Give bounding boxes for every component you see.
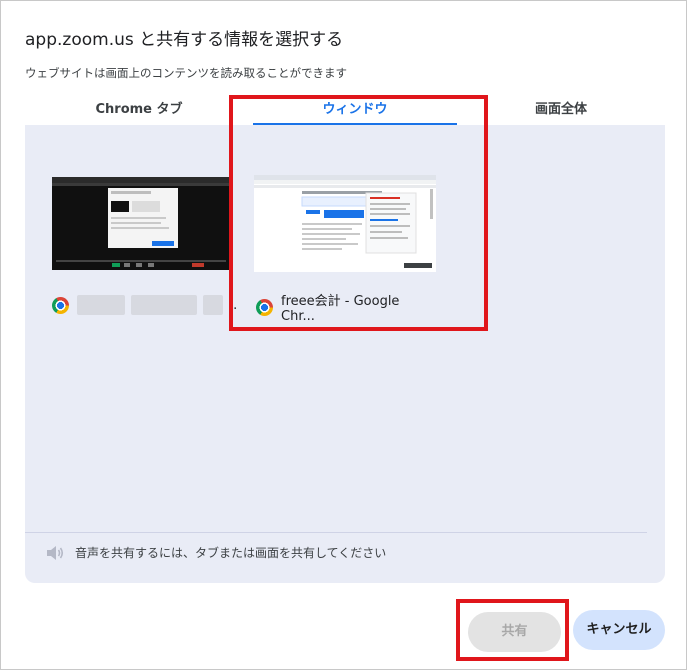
window-item[interactable]: ..: [52, 177, 237, 327]
blurred-title-segment: [77, 295, 125, 315]
window-label: ..: [52, 293, 237, 317]
tab-chrome-tabs[interactable]: Chrome タブ: [25, 97, 253, 127]
source-panel: .. freee会計 - Google Chr...: [25, 125, 665, 583]
speaker-icon: [47, 545, 64, 560]
tab-bar: Chrome タブ ウィンドウ 画面全体: [25, 97, 665, 127]
chrome-icon: [52, 296, 69, 314]
tab-entire-screen[interactable]: 画面全体: [457, 97, 665, 127]
dialog-title: app.zoom.us と共有する情報を選択する: [25, 30, 344, 50]
cancel-button[interactable]: キャンセル: [573, 610, 665, 650]
blurred-title-segment: [203, 295, 223, 315]
window-item-freee[interactable]: freee会計 - Google Chr...: [254, 175, 436, 325]
audio-note-text: 音声を共有するには、タブまたは画面を共有してください: [75, 546, 387, 560]
share-dialog: app.zoom.us と共有する情報を選択する ウェブサイトは画面上のコンテン…: [0, 0, 687, 670]
window-thumbnail: [254, 175, 436, 272]
audio-note: 音声を共有するには、タブまたは画面を共有してください: [45, 544, 386, 561]
window-title: ..: [229, 297, 238, 313]
window-label: freee会計 - Google Chr...: [256, 294, 436, 324]
tab-window-label: ウィンドウ: [322, 102, 388, 117]
divider: [25, 532, 647, 533]
blurred-title-segment: [131, 295, 197, 315]
share-button[interactable]: 共有: [468, 612, 561, 652]
window-title: freee会計 - Google Chr...: [281, 294, 400, 324]
dialog-subtitle: ウェブサイトは画面上のコンテンツを読み取ることができます: [25, 66, 347, 80]
chrome-icon: [256, 298, 273, 316]
window-thumbnail: [52, 177, 230, 270]
tab-window[interactable]: ウィンドウ: [253, 97, 457, 127]
